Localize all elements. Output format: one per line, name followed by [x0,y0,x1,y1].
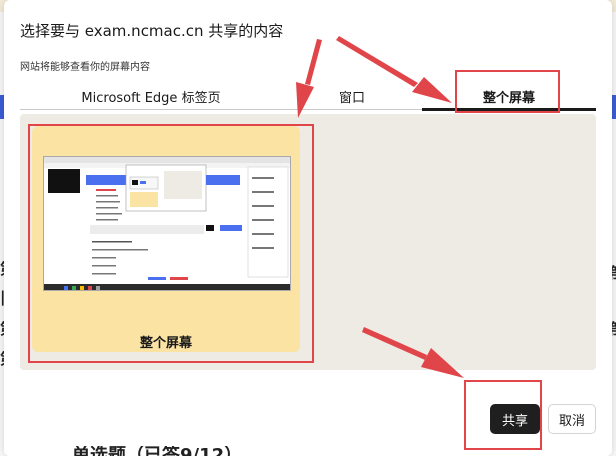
tab-entire-screen[interactable]: 整个屏幕 [422,82,596,110]
tab-window[interactable]: 窗口 [282,82,422,110]
tab-active-indicator [422,108,596,111]
screen-thumbnail [43,156,291,291]
dialog-title: 选择要与 exam.ncmac.cn 共享的内容 [20,22,284,40]
entire-screen-label: 整个屏幕 [139,336,192,351]
background-question-heading: 单选题（已答9/12） [72,446,242,456]
content-panel: 整个屏幕 [20,114,596,370]
share-button[interactable]: 共享 [490,404,540,434]
entire-screen-option[interactable]: 整个屏幕 [32,126,300,352]
dialog-subtitle: 网站将能够查看你的屏幕内容 [20,62,150,73]
cancel-button[interactable]: 取消 [548,404,596,434]
tab-edge-tabs[interactable]: Microsoft Edge 标签页 [20,82,282,110]
share-screen-dialog: 选择要与 exam.ncmac.cn 共享的内容 网站将能够查看你的屏幕内容 M… [4,0,612,456]
screen-preview-image [44,157,290,290]
source-tabs: Microsoft Edge 标签页 窗口 整个屏幕 [20,82,596,112]
